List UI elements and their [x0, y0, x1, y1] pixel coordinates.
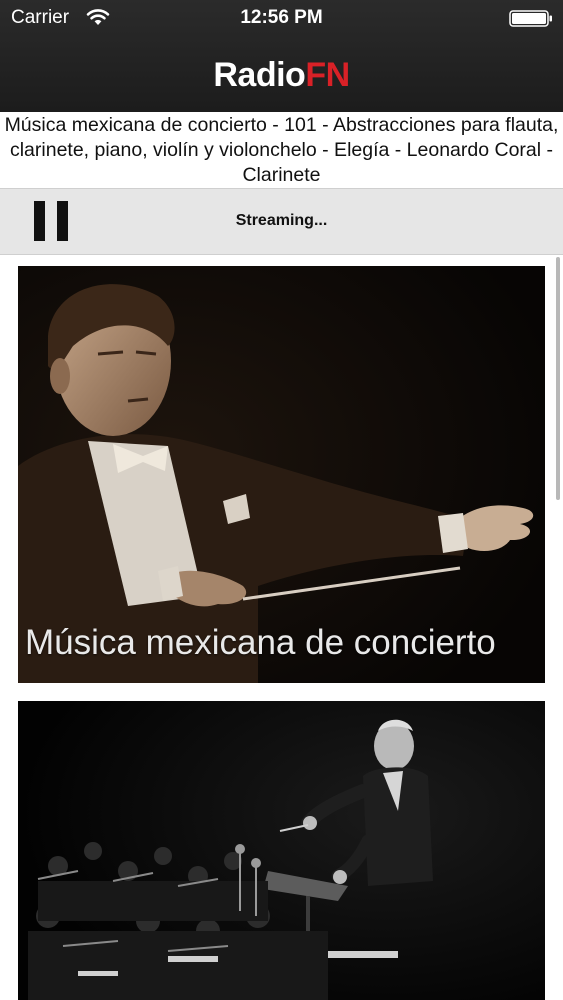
streaming-status: Streaming...: [235, 212, 328, 229]
app-logo: RadioFN: [0, 56, 563, 95]
status-time: 12:56 PM: [240, 7, 323, 28]
now-playing-marquee: Música mexicana de concierto - 101 - Abs…: [0, 112, 563, 188]
app-header: Carrier 12:56 PM RadioFN: [0, 0, 563, 112]
logo-radio-text: Radio: [213, 56, 306, 94]
program-card[interactable]: [18, 701, 545, 1000]
program-card[interactable]: Música mexicana de concierto: [18, 266, 545, 683]
conductor-portrait-image: [18, 266, 545, 683]
player-bar: Streaming...: [0, 188, 563, 255]
status-bar: Carrier 12:56 PM: [0, 0, 563, 38]
orchestra-conductor-image: [18, 701, 545, 1000]
battery-icon: [509, 10, 553, 27]
now-playing-text: Música mexicana de concierto - 101 - Abs…: [4, 114, 559, 186]
logo-fn-text: FN: [305, 56, 350, 94]
program-title: Música mexicana de concierto: [25, 623, 496, 662]
program-list[interactable]: Música mexicana de concierto: [0, 255, 563, 1000]
scroll-indicator[interactable]: [556, 257, 560, 500]
nav-bar: RadioFN: [0, 38, 563, 112]
